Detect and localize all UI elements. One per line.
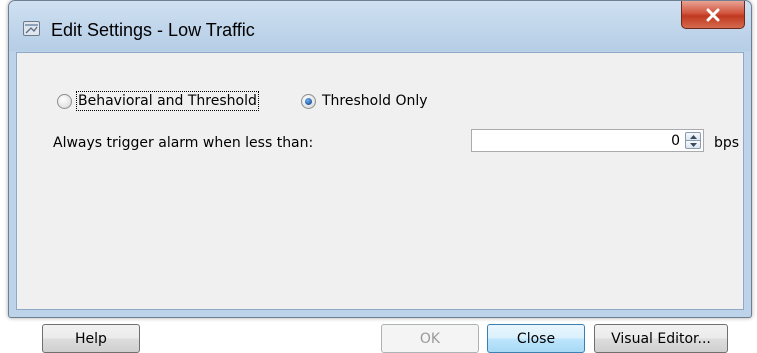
arrow-down-icon <box>689 142 697 147</box>
arrow-up-icon <box>689 134 697 139</box>
spinner-up-button[interactable] <box>685 132 701 141</box>
radio-checked-icon[interactable] <box>301 93 316 109</box>
window-close-button[interactable] <box>681 1 745 29</box>
alarm-threshold-label: Always trigger alarm when less than: <box>53 135 314 151</box>
radio-label-behavioral-and-threshold[interactable]: Behavioral and Threshold <box>76 91 259 111</box>
close-x-icon <box>706 8 720 21</box>
radio-label-threshold-only[interactable]: Threshold Only <box>322 93 428 109</box>
help-button[interactable]: Help <box>42 324 140 353</box>
settings-window-icon <box>23 21 40 36</box>
dialog-content: Behavioral and Threshold Threshold Only … <box>16 52 744 353</box>
radio-unchecked-icon[interactable] <box>57 93 72 109</box>
edit-settings-dialog: Edit Settings - Low Traffic Behavioral a… <box>8 0 752 353</box>
alarm-threshold-spinner[interactable]: 0 <box>471 129 704 152</box>
radio-threshold-only[interactable]: Threshold Only <box>301 93 428 109</box>
alarm-threshold-unit: bps <box>714 135 740 151</box>
window-title: Edit Settings - Low Traffic <box>51 20 255 40</box>
close-button[interactable]: Close <box>487 324 585 353</box>
radio-behavioral-and-threshold[interactable]: Behavioral and Threshold <box>57 91 259 111</box>
visual-editor-button[interactable]: Visual Editor... <box>594 324 728 353</box>
title-bar[interactable]: Edit Settings - Low Traffic <box>9 1 751 51</box>
spinner-arrows <box>685 132 701 149</box>
spinner-down-button[interactable] <box>685 141 701 149</box>
ok-button[interactable]: OK <box>381 324 479 353</box>
alarm-threshold-value[interactable]: 0 <box>671 133 680 149</box>
